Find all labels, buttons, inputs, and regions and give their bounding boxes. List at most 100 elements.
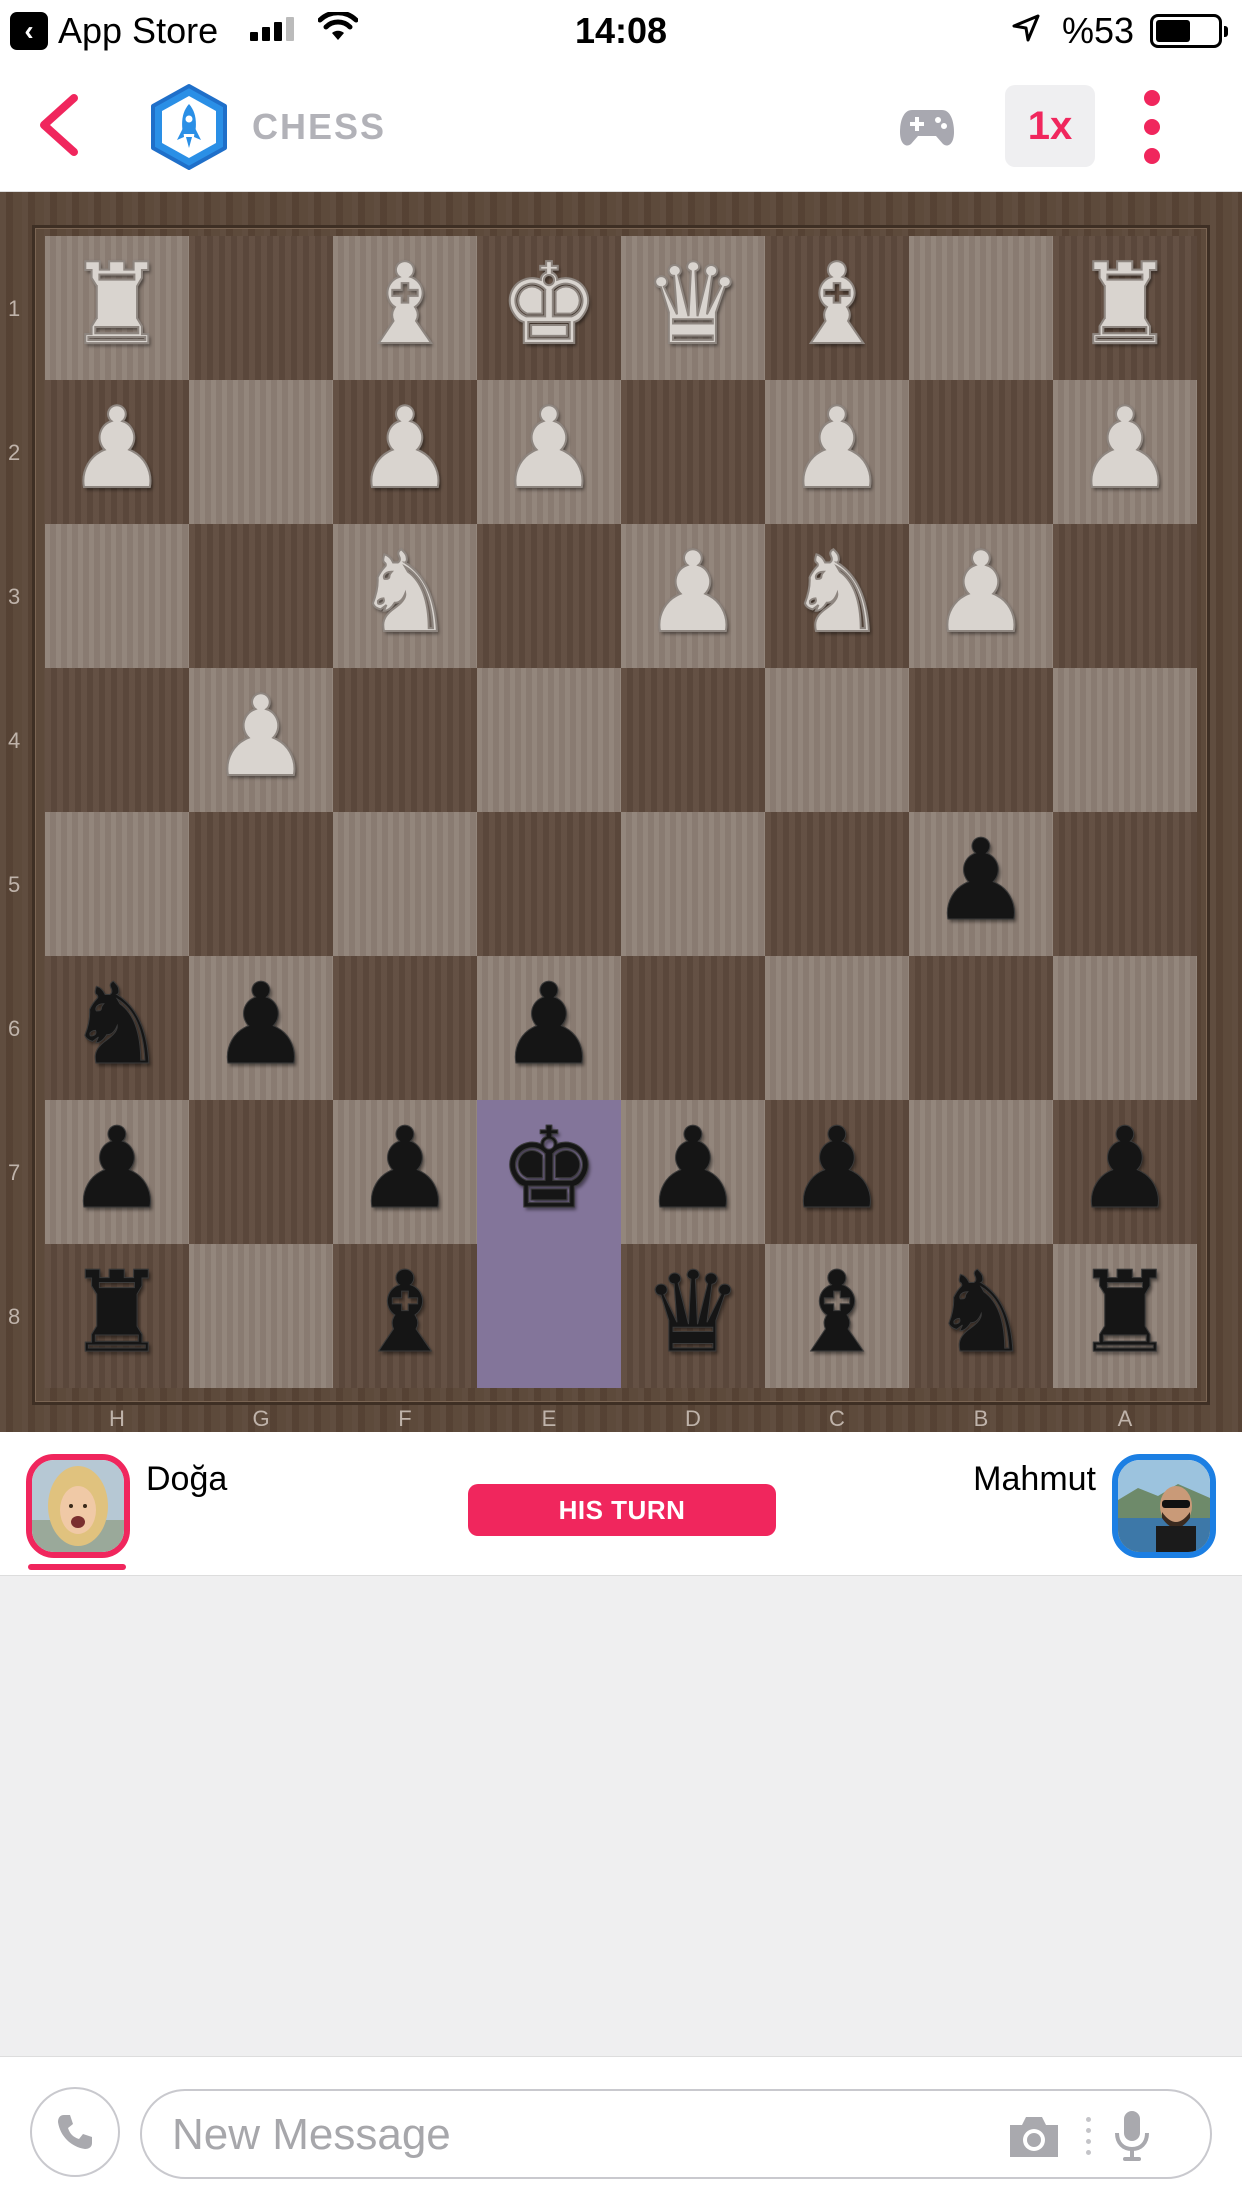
white-king-icon[interactable]: ♚ xyxy=(498,248,600,362)
white-knight-icon[interactable]: ♞ xyxy=(786,536,888,650)
board-square[interactable]: ♟ xyxy=(333,1100,477,1244)
board-square[interactable] xyxy=(621,668,765,812)
board-square[interactable] xyxy=(477,812,621,956)
call-button[interactable] xyxy=(30,2087,120,2177)
white-pawn-icon[interactable]: ♟ xyxy=(786,392,888,506)
board-square[interactable] xyxy=(333,812,477,956)
black-knight-icon[interactable]: ♞ xyxy=(930,1257,1031,1370)
board-square[interactable]: ♚ xyxy=(477,1100,621,1244)
black-queen-icon[interactable]: ♛ xyxy=(642,1257,743,1370)
board-square[interactable] xyxy=(333,956,477,1100)
board-square[interactable]: ♟ xyxy=(477,380,621,524)
black-pawn-icon[interactable]: ♟ xyxy=(354,1113,455,1226)
board-square[interactable] xyxy=(189,1244,333,1388)
gamepad-icon[interactable] xyxy=(898,102,956,152)
chess-board[interactable]: ♜ ♝ ♚ ♛ ♝ ♜ ♟ ♟ ♟ ♟ ♟ ♞ ♟ ♞ ♟ ♟ ♟ ♞ ♟ ♟ ♟ ♟ ♚ ♟ ♟ ♟ ♜ ♝ ♛ ♝ ♞ ♜ xyxy=(45,236,1197,1388)
message-input[interactable] xyxy=(172,2105,972,2165)
white-queen-icon[interactable]: ♛ xyxy=(642,248,744,362)
board-square[interactable]: ♟ xyxy=(1053,1100,1197,1244)
board-square[interactable] xyxy=(189,812,333,956)
black-pawn-icon[interactable]: ♟ xyxy=(66,1113,167,1226)
black-pawn-icon[interactable]: ♟ xyxy=(930,825,1031,938)
board-square[interactable]: ♟ xyxy=(477,956,621,1100)
board-square[interactable]: ♝ xyxy=(765,236,909,380)
board-square[interactable]: ♝ xyxy=(765,1244,909,1388)
board-square[interactable] xyxy=(765,812,909,956)
board-square[interactable]: ♞ xyxy=(909,1244,1053,1388)
board-square[interactable] xyxy=(765,956,909,1100)
board-square[interactable]: ♛ xyxy=(621,236,765,380)
board-square[interactable] xyxy=(477,524,621,668)
black-pawn-icon[interactable]: ♟ xyxy=(786,1113,887,1226)
board-square[interactable] xyxy=(45,812,189,956)
board-square[interactable] xyxy=(45,668,189,812)
board-square[interactable]: ♟ xyxy=(189,956,333,1100)
board-square[interactable]: ♟ xyxy=(765,380,909,524)
black-king-icon[interactable]: ♚ xyxy=(498,1113,599,1226)
board-square[interactable] xyxy=(765,668,909,812)
back-chevron-icon[interactable] xyxy=(30,90,90,160)
black-pawn-icon[interactable]: ♟ xyxy=(1074,1113,1175,1226)
board-square[interactable]: ♟ xyxy=(189,668,333,812)
board-square[interactable]: ♝ xyxy=(333,236,477,380)
board-square[interactable]: ♟ xyxy=(333,380,477,524)
black-rook-icon[interactable]: ♜ xyxy=(1074,1257,1175,1370)
white-rook-icon[interactable]: ♜ xyxy=(66,248,168,362)
board-square[interactable]: ♞ xyxy=(765,524,909,668)
white-pawn-icon[interactable]: ♟ xyxy=(498,392,600,506)
board-square[interactable]: ♜ xyxy=(1053,1244,1197,1388)
black-pawn-icon[interactable]: ♟ xyxy=(642,1113,743,1226)
speed-toggle-button[interactable]: 1x xyxy=(1005,85,1095,167)
board-square[interactable]: ♚ xyxy=(477,236,621,380)
board-square[interactable] xyxy=(909,956,1053,1100)
black-pawn-icon[interactable]: ♟ xyxy=(210,969,311,1082)
board-square[interactable] xyxy=(189,524,333,668)
board-square[interactable]: ♟ xyxy=(45,380,189,524)
player-avatar-mahmut[interactable] xyxy=(1112,1454,1216,1558)
board-square[interactable] xyxy=(621,380,765,524)
board-square[interactable]: ♜ xyxy=(45,236,189,380)
black-bishop-icon[interactable]: ♝ xyxy=(786,1257,887,1370)
player-avatar-doga[interactable] xyxy=(26,1454,130,1558)
white-pawn-icon[interactable]: ♟ xyxy=(642,536,744,650)
black-bishop-icon[interactable]: ♝ xyxy=(354,1257,455,1370)
white-pawn-icon[interactable]: ♟ xyxy=(354,392,456,506)
board-square[interactable]: ♟ xyxy=(621,1100,765,1244)
board-square[interactable] xyxy=(333,668,477,812)
board-square[interactable] xyxy=(477,668,621,812)
board-square[interactable] xyxy=(1053,524,1197,668)
board-square[interactable]: ♜ xyxy=(1053,236,1197,380)
board-square[interactable] xyxy=(909,380,1053,524)
white-bishop-icon[interactable]: ♝ xyxy=(354,248,456,362)
board-square[interactable]: ♝ xyxy=(333,1244,477,1388)
camera-icon[interactable] xyxy=(1006,2113,1062,2159)
board-square[interactable] xyxy=(909,236,1053,380)
more-options-icon[interactable] xyxy=(1135,90,1169,164)
white-pawn-icon[interactable]: ♟ xyxy=(210,680,312,794)
board-square[interactable] xyxy=(909,668,1053,812)
white-bishop-icon[interactable]: ♝ xyxy=(786,248,888,362)
white-rook-icon[interactable]: ♜ xyxy=(1074,248,1176,362)
board-square[interactable] xyxy=(621,956,765,1100)
white-pawn-icon[interactable]: ♟ xyxy=(1074,392,1176,506)
black-rook-icon[interactable]: ♜ xyxy=(66,1257,167,1370)
board-square[interactable] xyxy=(1053,812,1197,956)
board-square[interactable]: ♛ xyxy=(621,1244,765,1388)
message-field[interactable] xyxy=(140,2089,1212,2179)
board-square[interactable] xyxy=(477,1244,621,1388)
board-square[interactable] xyxy=(189,1100,333,1244)
white-pawn-icon[interactable]: ♟ xyxy=(930,536,1032,650)
board-square[interactable] xyxy=(1053,668,1197,812)
white-pawn-icon[interactable]: ♟ xyxy=(66,392,168,506)
board-square[interactable]: ♟ xyxy=(765,1100,909,1244)
board-square[interactable]: ♟ xyxy=(909,524,1053,668)
board-square[interactable] xyxy=(1053,956,1197,1100)
board-square[interactable]: ♟ xyxy=(45,1100,189,1244)
board-square[interactable] xyxy=(621,812,765,956)
board-square[interactable]: ♟ xyxy=(1053,380,1197,524)
mic-icon[interactable] xyxy=(1112,2109,1152,2163)
board-square[interactable] xyxy=(189,380,333,524)
black-knight-icon[interactable]: ♞ xyxy=(66,969,167,1082)
board-square[interactable] xyxy=(909,1100,1053,1244)
board-square[interactable] xyxy=(189,236,333,380)
